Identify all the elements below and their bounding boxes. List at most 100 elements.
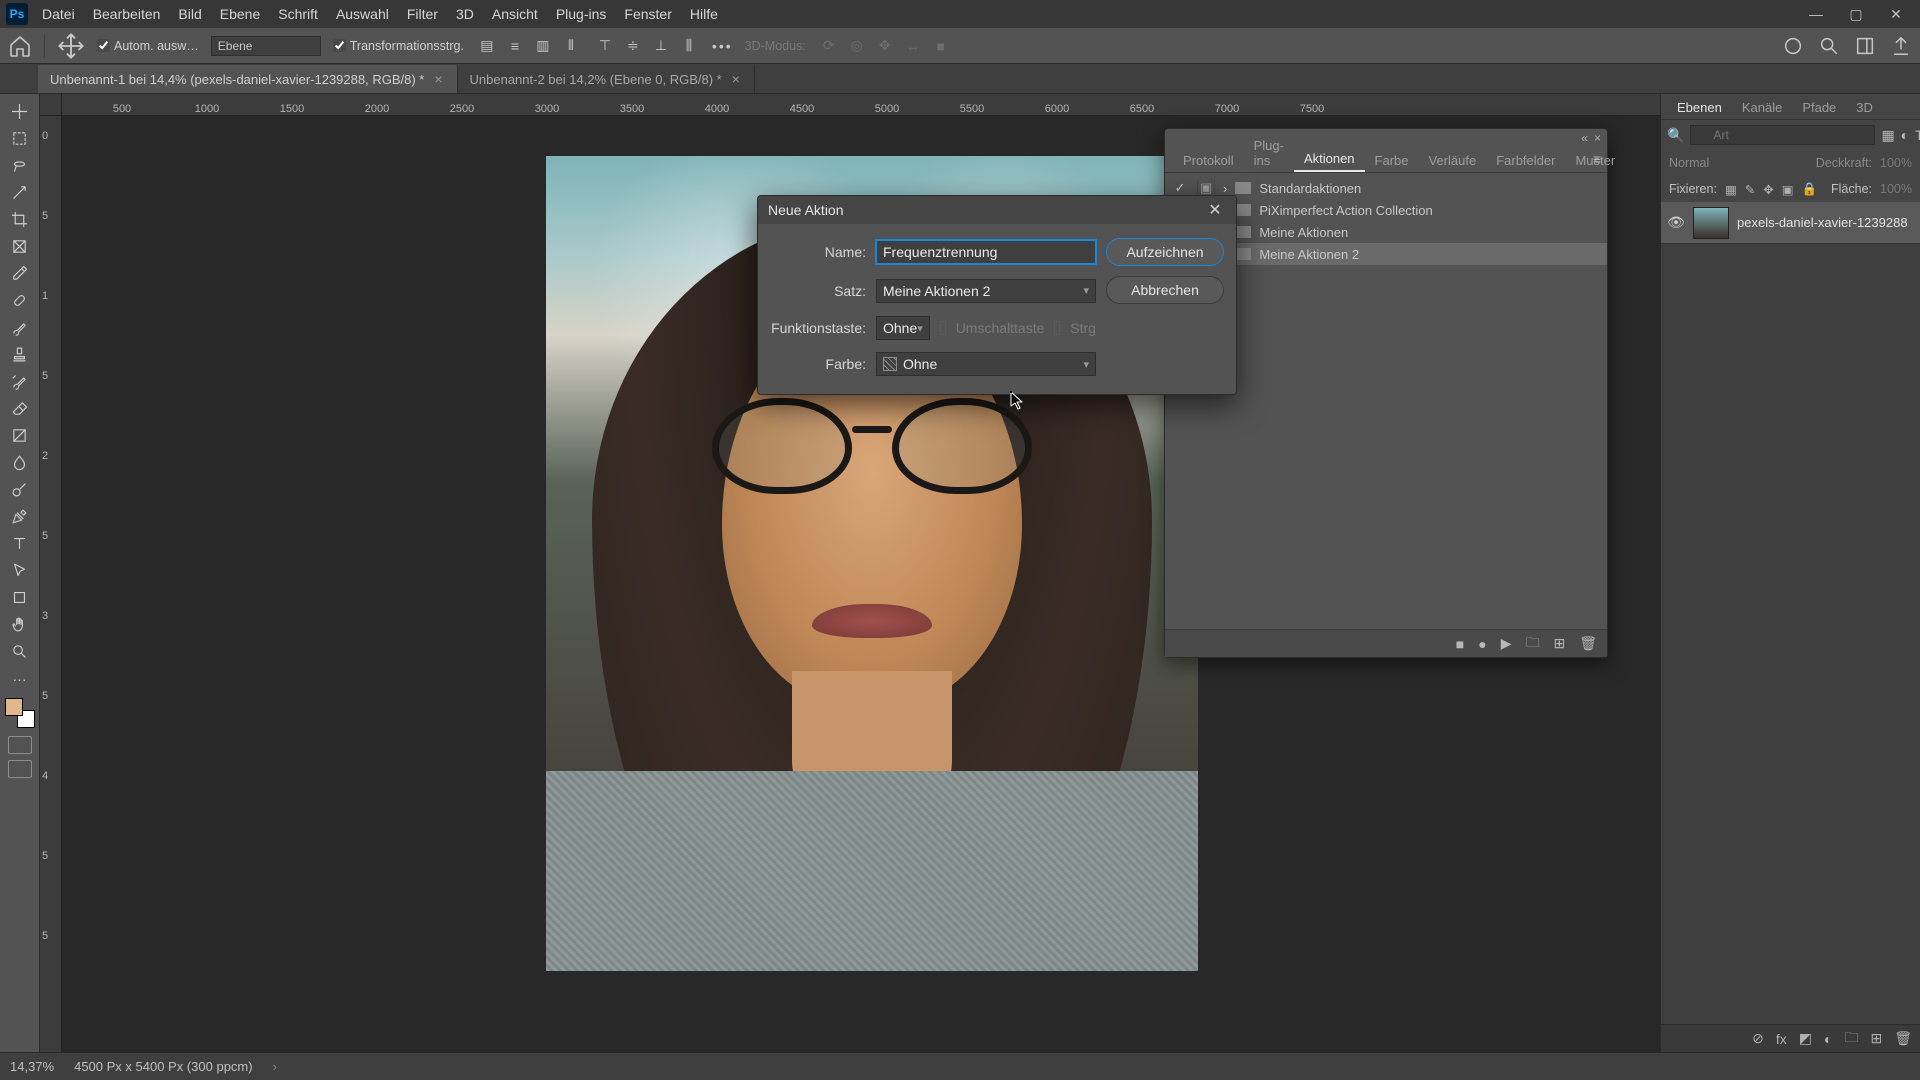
record-icon[interactable]: ● [1478,636,1486,652]
menu-window[interactable]: Fenster [624,6,671,22]
toggle-visible-icon[interactable]: ✓ [1171,180,1189,196]
crop-tool[interactable] [2,206,38,233]
close-window-button[interactable]: ✕ [1878,4,1914,24]
menu-view[interactable]: Ansicht [492,6,538,22]
home-icon[interactable] [8,34,32,58]
tab-actions[interactable]: Aktionen [1294,147,1365,172]
stop-icon[interactable]: ■ [1456,636,1464,652]
dialog-close-button[interactable]: ✕ [1204,199,1226,221]
tab-history[interactable]: Protokoll [1173,149,1244,172]
mask-icon[interactable]: ◩ [1799,1030,1812,1047]
new-set-icon[interactable]: 🗀 [1525,632,1539,656]
align-center-h-icon[interactable]: ≡ [504,35,526,57]
filter-adjust-icon[interactable]: ◐ [1901,125,1909,145]
opacity-value[interactable]: 100% [1880,156,1912,170]
lock-trans-icon[interactable]: ▦ [1725,182,1737,197]
new-layer-icon[interactable]: ⊞ [1870,1030,1882,1047]
menu-file[interactable]: Datei [42,6,75,22]
doc-tab-2[interactable]: Unbenannt-2 bei 14,2% (Ebene 0, RGB/8) *… [458,65,755,93]
menu-help[interactable]: Hilfe [690,6,718,22]
ruler-horizontal[interactable]: 500 1000 1500 2000 2500 3000 3500 4000 4… [62,94,1660,116]
action-name-input[interactable] [876,240,1096,264]
set-select[interactable]: Meine Aktionen 2▾ [876,279,1096,303]
tab-gradients[interactable]: Verläufe [1419,149,1487,172]
edit-toolbar[interactable]: ··· [2,665,38,692]
zoom-tool[interactable] [2,638,38,665]
eraser-tool[interactable] [2,395,38,422]
link-layers-icon[interactable]: ⊘ [1752,1030,1764,1047]
auto-select-checkbox[interactable] [97,39,110,52]
share-icon[interactable] [1890,35,1912,57]
auto-select-check[interactable]: Autom. ausw… [97,39,199,53]
marquee-tool[interactable] [2,125,38,152]
menu-layer[interactable]: Ebene [220,6,260,22]
menu-plugins[interactable]: Plug-ins [556,6,607,22]
color-swatches[interactable] [5,698,35,728]
visibility-icon[interactable]: 👁 [1667,214,1685,231]
heal-tool[interactable] [2,287,38,314]
filter-type-icon[interactable]: T [1915,125,1920,145]
search-icon[interactable]: 🔍 [1667,125,1684,145]
ruler-origin[interactable] [40,94,62,116]
trash-icon[interactable]: 🗑 [1579,635,1597,652]
fill-value[interactable]: 100% [1880,182,1912,196]
close-panel-icon[interactable]: × [1594,131,1601,145]
menu-type[interactable]: Schrift [278,6,318,22]
brush-tool[interactable] [2,314,38,341]
disclosure-icon[interactable]: › [1223,181,1227,196]
layer-dropdown[interactable]: Ebene [211,36,321,56]
cloud-icon[interactable] [1782,35,1804,57]
eyedropper-tool[interactable] [2,260,38,287]
menu-edit[interactable]: Bearbeiten [93,6,161,22]
close-tab-icon[interactable]: × [732,71,740,87]
fx-icon[interactable]: fx [1776,1031,1787,1047]
color-select[interactable]: Ohne ▾ [876,352,1096,376]
tab-3d[interactable]: 3D [1846,96,1883,119]
doc-info-chevron-icon[interactable]: › [273,1059,277,1074]
quickmask-icon[interactable] [8,736,32,754]
toggle-dialog-icon[interactable]: ▣ [1197,180,1215,196]
menu-3d[interactable]: 3D [456,6,474,22]
play-icon[interactable]: ▶ [1501,635,1512,652]
foreground-swatch[interactable] [5,698,23,716]
gradient-tool[interactable] [2,422,38,449]
doc-info[interactable]: 4500 Px x 5400 Px (300 ppcm) [74,1059,253,1074]
align-right-icon[interactable]: ▥ [532,35,554,57]
move-tool-icon[interactable] [57,32,85,60]
maximize-button[interactable]: ▢ [1838,4,1874,24]
align-middle-icon[interactable]: ≑ [622,35,644,57]
transform-ctrls-checkbox[interactable] [333,39,346,52]
filter-pixel-icon[interactable]: ▦ [1881,125,1894,145]
ruler-vertical[interactable]: 0 5 1 5 2 5 3 5 4 5 5 [40,116,62,1052]
align-left-icon[interactable]: ▤ [476,35,498,57]
menu-image[interactable]: Bild [178,6,201,22]
transform-ctrls-check[interactable]: Transformationsstrg. [333,39,464,53]
cancel-button[interactable]: Abbrechen [1106,276,1224,304]
adjustment-icon[interactable]: ◐ [1824,1031,1832,1047]
lasso-tool[interactable] [2,152,38,179]
layer-filter-input[interactable] [1690,125,1875,145]
search-icon[interactable] [1818,35,1840,57]
minimize-button[interactable]: — [1798,4,1834,24]
group-icon[interactable]: 🗀 [1844,1027,1858,1051]
blend-mode-select[interactable]: Normal [1669,156,1709,170]
distribute-h-icon[interactable]: ⫴ [560,35,582,57]
tab-swatches[interactable]: Farbfelder [1486,149,1565,172]
workspace-icon[interactable] [1854,35,1876,57]
path-select-tool[interactable] [2,557,38,584]
tab-channels[interactable]: Kanäle [1732,96,1792,119]
delete-layer-icon[interactable]: 🗑 [1894,1030,1912,1047]
screenmode-icon[interactable] [8,760,32,778]
tab-layers[interactable]: Ebenen [1667,96,1732,119]
layer-name[interactable]: pexels-daniel-xavier-1239288 [1737,215,1908,230]
tab-color[interactable]: Farbe [1365,149,1419,172]
zoom-level[interactable]: 14,37% [10,1059,54,1074]
blur-tool[interactable] [2,449,38,476]
dialog-titlebar[interactable]: Neue Aktion ✕ [758,196,1236,224]
align-top-icon[interactable]: ⊤ [594,35,616,57]
distribute-v-icon[interactable]: ⫼ [678,35,700,57]
dodge-tool[interactable] [2,476,38,503]
layer-row[interactable]: 👁 pexels-daniel-xavier-1239288 [1661,202,1920,244]
menu-select[interactable]: Auswahl [336,6,389,22]
align-bottom-icon[interactable]: ⊥ [650,35,672,57]
